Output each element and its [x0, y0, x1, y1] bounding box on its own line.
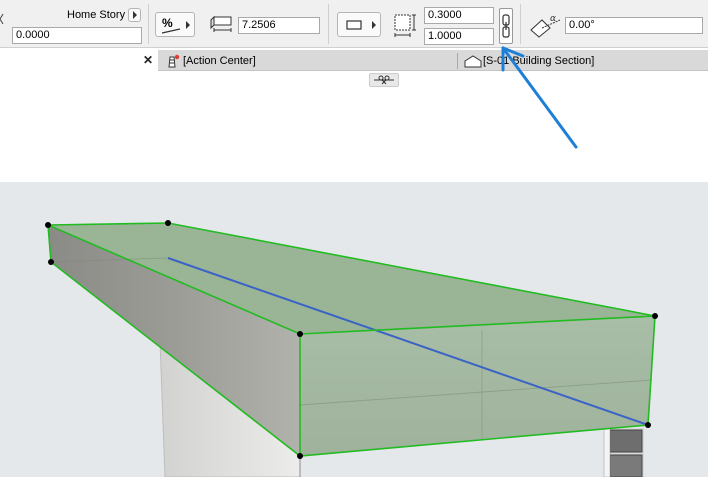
- slab-3d-model: [45, 46, 658, 477]
- slab-front-face: [300, 316, 655, 456]
- annotation-arrow: [501, 46, 578, 149]
- stone-column: [603, 427, 644, 477]
- hotspot: [165, 220, 171, 226]
- hotspot: [45, 222, 51, 228]
- hotspot: [652, 313, 658, 319]
- hotspot: [297, 331, 303, 337]
- hotspot: [297, 453, 303, 459]
- hotspot: [48, 259, 54, 265]
- hotspot: [645, 422, 651, 428]
